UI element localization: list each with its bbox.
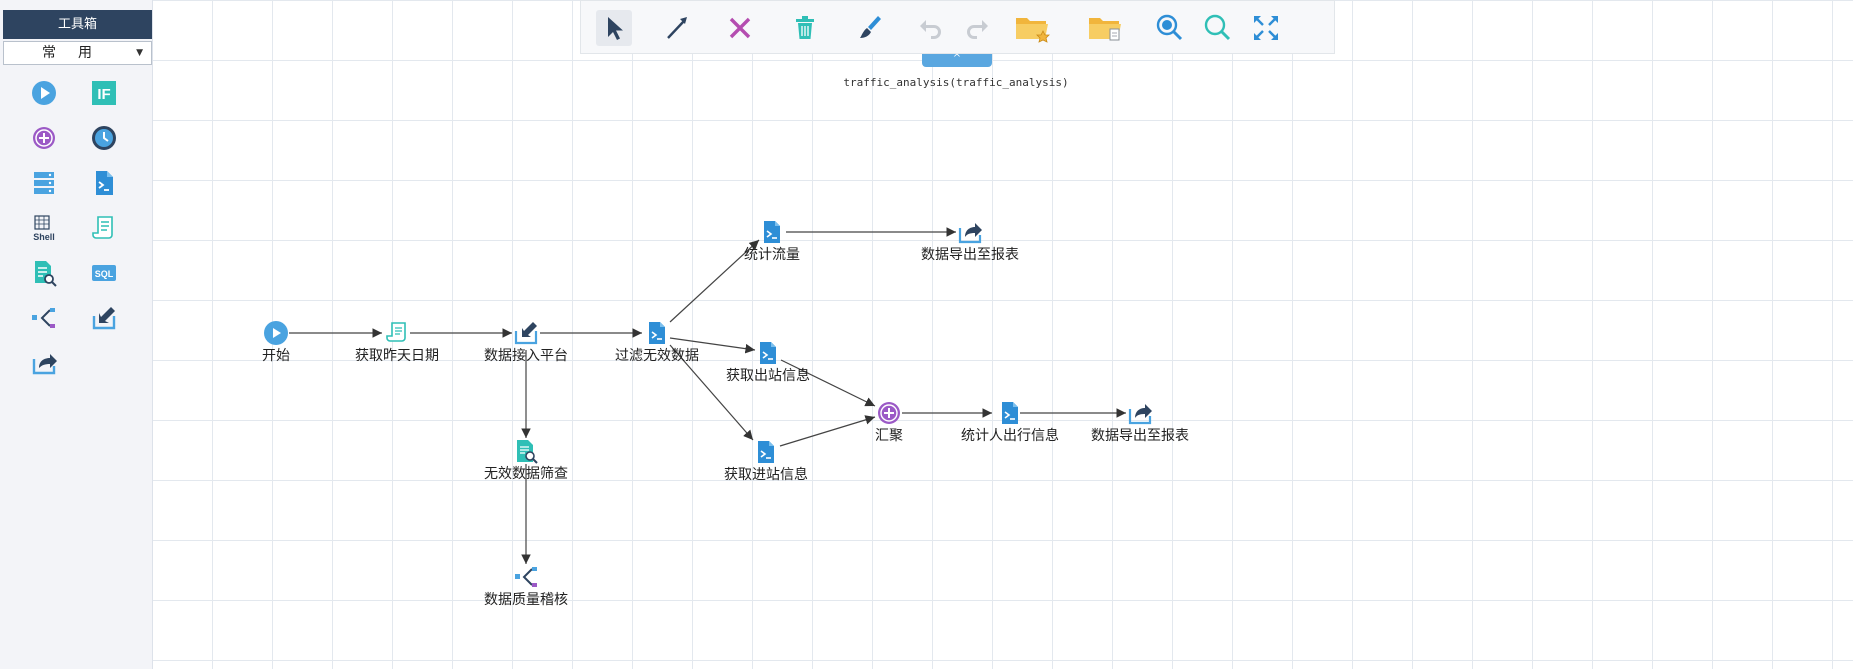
flow-node-flow-stats[interactable]: 统计流量 [712,219,832,269]
data-inspect-icon [517,440,538,464]
node-label: 获取出站信息 [726,368,810,384]
flow-node-export2[interactable]: 数据导出至报表 [1091,400,1189,470]
node-label: 过滤无效数据 [615,348,699,364]
node-label: 数据导出至报表 [921,247,1019,263]
node-label: 统计人出行信息 [961,428,1059,444]
node-label: 获取进站信息 [724,467,808,483]
merge-icon [878,402,900,424]
node-label: 统计流量 [744,247,800,263]
flow-node-export1[interactable]: 数据导出至报表 [921,219,1019,289]
flow-node-screen[interactable]: 无效数据筛查 [466,438,586,488]
node-label: 获取昨天日期 [355,348,439,364]
flow-node-filter[interactable]: 过滤无效数据 [597,320,717,370]
flow-node-in-info[interactable]: 获取进站信息 [706,439,826,489]
flow-node-trip-stats[interactable]: 统计人出行信息 [961,400,1059,470]
scroll-icon [386,322,406,342]
flow-node-audit[interactable]: 数据质量稽核 [466,564,586,614]
script-icon [758,441,774,463]
flow-node-merge[interactable]: 汇聚 [849,400,929,450]
quality-check-icon [515,567,537,587]
flow-node-start[interactable]: 开始 [236,320,316,370]
flow-node-out-info[interactable]: 获取出站信息 [708,340,828,390]
import-icon [514,322,538,345]
flow-node-ingest[interactable]: 数据接入平台 [466,320,586,370]
node-label: 无效数据筛查 [484,466,568,482]
node-label: 数据导出至报表 [1091,428,1189,444]
start-icon [264,321,288,345]
flow-node-get-date[interactable]: 获取昨天日期 [337,320,457,370]
node-label: 开始 [262,348,290,364]
export-icon [958,223,982,244]
node-label: 汇聚 [875,428,903,444]
node-label: 数据接入平台 [484,348,568,364]
export-icon [1128,404,1152,425]
node-label: 数据质量稽核 [484,592,568,608]
script-icon [1002,402,1018,424]
script-icon [649,322,665,344]
script-icon [764,221,780,243]
script-icon [760,342,776,364]
